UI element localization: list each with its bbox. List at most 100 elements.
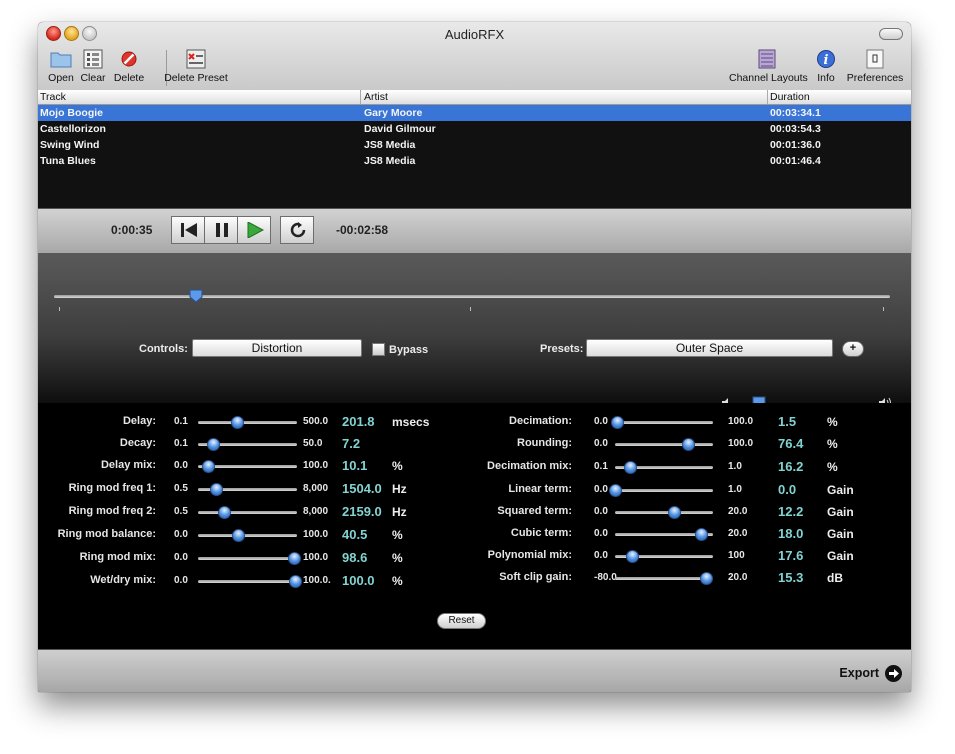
clear-button[interactable]: Clear bbox=[78, 49, 108, 84]
param-max-label: 100.0 bbox=[303, 460, 329, 471]
param-slider-knob[interactable] bbox=[626, 550, 639, 563]
param-label: Ring mod balance: bbox=[57, 528, 156, 540]
param-unit: Hz bbox=[392, 482, 407, 496]
param-value: 1.5 bbox=[778, 414, 797, 429]
export-arrow-icon[interactable] bbox=[885, 665, 902, 682]
param-max-label: 20.0 bbox=[728, 506, 748, 517]
param-value: 18.0 bbox=[778, 526, 804, 541]
play-icon bbox=[247, 222, 264, 238]
param-unit: dB bbox=[827, 571, 843, 585]
param-unit: Gain bbox=[827, 549, 854, 563]
export-button[interactable]: Export bbox=[839, 666, 879, 680]
param-slider[interactable] bbox=[615, 421, 713, 424]
param-slider-knob[interactable] bbox=[682, 438, 695, 451]
column-header-artist[interactable]: Artist bbox=[364, 91, 388, 103]
param-value: 40.5 bbox=[342, 527, 368, 542]
param-slider-knob[interactable] bbox=[695, 528, 708, 541]
param-label: Ring mod freq 2: bbox=[68, 505, 156, 517]
delete-icon bbox=[118, 49, 140, 69]
add-preset-button[interactable]: + bbox=[842, 341, 864, 357]
param-value: 2159.0 bbox=[342, 504, 382, 519]
table-row[interactable]: Mojo Boogie Gary Moore 00:03:34.1 bbox=[38, 105, 911, 121]
param-slider[interactable] bbox=[615, 443, 713, 446]
param-min-label: -80.0 bbox=[594, 572, 617, 583]
param-value: 12.2 bbox=[778, 504, 804, 519]
param-min-label: 0.0 bbox=[174, 575, 188, 586]
elapsed-time: 0:00:35 bbox=[111, 223, 153, 237]
param-min-label: 0.1 bbox=[594, 461, 608, 472]
param-slider-knob[interactable] bbox=[207, 438, 220, 451]
open-button[interactable]: Open bbox=[46, 49, 76, 84]
column-divider[interactable] bbox=[767, 90, 768, 104]
column-header-duration[interactable]: Duration bbox=[770, 91, 810, 103]
preferences-icon bbox=[864, 49, 886, 69]
delete-preset-icon bbox=[185, 49, 207, 69]
reset-button[interactable]: Reset bbox=[437, 613, 486, 629]
param-min-label: 0.1 bbox=[174, 438, 188, 449]
bypass-checkbox[interactable] bbox=[372, 343, 385, 356]
remaining-time: -00:02:58 bbox=[336, 223, 389, 237]
param-value: 76.4 bbox=[778, 436, 804, 451]
loop-button[interactable] bbox=[280, 216, 314, 244]
transport-bar: 0:00:35 -00:02:58 bbox=[38, 208, 911, 254]
window-title: AudioRFX bbox=[444, 27, 505, 42]
param-slider-knob[interactable] bbox=[700, 572, 713, 585]
param-slider-knob[interactable] bbox=[210, 483, 223, 496]
position-slider-knob[interactable] bbox=[189, 289, 203, 303]
column-divider[interactable] bbox=[360, 90, 361, 104]
param-slider[interactable] bbox=[198, 421, 297, 424]
param-unit: % bbox=[827, 437, 838, 451]
delete-button[interactable]: Delete bbox=[112, 49, 146, 84]
param-max-label: 100.0 bbox=[303, 552, 329, 563]
presets-popup[interactable]: Outer Space bbox=[586, 339, 833, 357]
param-slider-knob[interactable] bbox=[231, 416, 244, 429]
param-slider[interactable] bbox=[615, 577, 713, 580]
param-slider[interactable] bbox=[198, 534, 297, 537]
track-cell: Mojo Boogie bbox=[40, 107, 103, 119]
param-unit: % bbox=[827, 415, 838, 429]
table-row[interactable]: Swing Wind JS8 Media 00:01:36.0 bbox=[38, 137, 911, 153]
loop-icon bbox=[290, 222, 306, 238]
info-button[interactable]: i Info bbox=[811, 49, 841, 84]
table-row[interactable]: Castellorizon David Gilmour 00:03:54.3 bbox=[38, 121, 911, 137]
param-slider[interactable] bbox=[615, 489, 713, 492]
column-header-track[interactable]: Track bbox=[40, 91, 66, 103]
delete-preset-button[interactable]: Delete Preset bbox=[164, 49, 228, 84]
controls-popup[interactable]: Distortion bbox=[192, 339, 362, 357]
track-table[interactable]: Track Artist Duration Mojo Boogie Gary M… bbox=[38, 90, 911, 208]
param-slider-knob[interactable] bbox=[202, 460, 215, 473]
param-slider-knob[interactable] bbox=[624, 461, 637, 474]
param-slider[interactable] bbox=[198, 580, 297, 583]
play-button[interactable] bbox=[237, 216, 271, 244]
track-cell: Tuna Blues bbox=[40, 155, 96, 167]
param-max-label: 100.0 bbox=[303, 529, 329, 540]
param-value: 201.8 bbox=[342, 414, 375, 429]
param-slider-knob[interactable] bbox=[611, 416, 624, 429]
param-slider-knob[interactable] bbox=[289, 575, 302, 588]
param-min-label: 0.0 bbox=[594, 484, 608, 495]
pause-icon bbox=[216, 223, 228, 237]
param-slider[interactable] bbox=[198, 511, 297, 514]
param-label: Ring mod freq 1: bbox=[68, 482, 156, 494]
preferences-button[interactable]: Preferences bbox=[846, 49, 904, 84]
bypass-label: Bypass bbox=[389, 344, 429, 356]
param-max-label: 100 bbox=[728, 550, 745, 561]
duration-cell: 00:03:34.1 bbox=[770, 107, 821, 119]
param-label: Cubic term: bbox=[510, 527, 572, 539]
channel-layouts-button[interactable]: Channel Layouts bbox=[729, 49, 808, 84]
table-row[interactable]: Tuna Blues JS8 Media 00:01:46.4 bbox=[38, 153, 911, 169]
artist-cell: JS8 Media bbox=[364, 139, 416, 151]
param-slider-knob[interactable] bbox=[218, 506, 231, 519]
param-slider-knob[interactable] bbox=[232, 529, 245, 542]
artist-cell: David Gilmour bbox=[364, 123, 436, 135]
param-slider[interactable] bbox=[198, 557, 297, 560]
param-slider-knob[interactable] bbox=[668, 506, 681, 519]
duration-cell: 00:01:46.4 bbox=[770, 155, 821, 167]
position-slider[interactable] bbox=[54, 295, 890, 298]
param-slider-knob[interactable] bbox=[288, 552, 301, 565]
param-slider[interactable] bbox=[615, 511, 713, 514]
param-slider-knob[interactable] bbox=[609, 484, 622, 497]
pause-button[interactable] bbox=[204, 216, 238, 244]
toolbar-toggle-button[interactable] bbox=[879, 28, 903, 40]
rewind-button[interactable] bbox=[171, 216, 205, 244]
